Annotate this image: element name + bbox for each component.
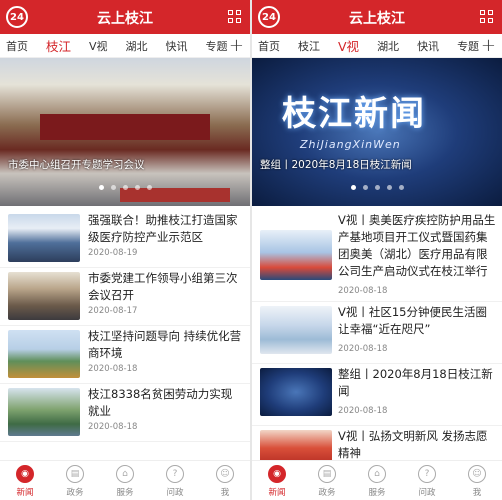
user-icon: ☺: [216, 465, 234, 483]
tab-special[interactable]: 专题: [206, 38, 228, 54]
app-title: 云上枝江: [349, 11, 405, 27]
carousel-dots[interactable]: [252, 185, 502, 190]
news-title: V视丨社区15分钟便民生活圈 让幸福“近在咫尺”: [338, 305, 487, 336]
news-date: 2020-08-17: [88, 306, 138, 316]
news-item[interactable]: V视丨奥美医疗疾控防护用品生产基地项目开工仪式暨国药集团奥美（湖北）医疗用品有限…: [252, 210, 502, 302]
gov-icon: ▤: [318, 465, 336, 483]
nav-label: 服务: [116, 488, 134, 498]
news-thumbnail: [8, 388, 80, 436]
channel-tabs: 首页 枝江 V视 湖北 快讯 专题 +: [0, 34, 250, 58]
news-title: 枝江8338名贫困劳动力实现就业: [88, 387, 233, 418]
grid-menu-icon[interactable]: [228, 10, 242, 24]
tab-vshi[interactable]: V视: [89, 38, 108, 54]
left-screen: 24 云上枝江 首页 枝江 V视 湖北 快讯 专题 + 市委中心组召开专题学习会…: [0, 0, 250, 500]
nav-news[interactable]: ◉ 新闻: [252, 461, 302, 500]
tab-home[interactable]: 首页: [258, 38, 280, 54]
nav-label: 新闻: [268, 488, 286, 498]
nav-news[interactable]: ◉ 新闻: [0, 461, 50, 500]
nav-label: 政务: [318, 488, 336, 498]
nav-gov[interactable]: ▤ 政务: [302, 461, 352, 500]
news-thumbnail: [260, 306, 332, 354]
tab-special[interactable]: 专题: [457, 38, 479, 54]
app-title: 云上枝江: [97, 11, 153, 27]
nav-label: 服务: [368, 488, 386, 498]
news-icon: ◉: [268, 465, 286, 483]
nav-me[interactable]: ☺ 我: [452, 461, 502, 500]
nav-ask[interactable]: ? 问政: [402, 461, 452, 500]
bottom-nav: ◉ 新闻 ▤ 政务 ⌂ 服务 ? 问政 ☺ 我: [0, 460, 250, 500]
news-icon: ◉: [16, 465, 34, 483]
add-channel-icon[interactable]: +: [481, 35, 496, 56]
nav-me[interactable]: ☺ 我: [200, 461, 250, 500]
nav-label: 问政: [418, 488, 436, 498]
news-date: 2020-08-18: [88, 364, 138, 374]
hero-caption: 整组丨2020年8月18日枝江新闻: [260, 159, 412, 171]
service-icon: ⌂: [116, 465, 134, 483]
service-icon: ⌂: [368, 465, 386, 483]
hero-banner[interactable]: 市委中心组召开专题学习会议: [0, 58, 250, 206]
app-header: 24 云上枝江: [252, 0, 502, 34]
add-channel-icon[interactable]: +: [229, 35, 244, 56]
tab-hubei[interactable]: 湖北: [377, 38, 399, 54]
news-title: V视丨弘扬文明新风 发扬志愿精神: [338, 429, 488, 460]
hero-title: 枝江新闻: [282, 94, 426, 134]
news-date: 2020-08-18: [88, 422, 138, 432]
news-item[interactable]: 枝江坚持问题导向 持续优化营商环境 2020-08-18: [0, 326, 250, 384]
bottom-nav: ◉ 新闻 ▤ 政务 ⌂ 服务 ? 问政 ☺ 我: [252, 460, 502, 500]
channel-tabs: 首页 枝江 V视 湖北 快讯 专题 +: [252, 34, 502, 58]
nav-service[interactable]: ⌂ 服务: [100, 461, 150, 500]
news-item[interactable]: 枝江8338名贫困劳动力实现就业 2020-08-18: [0, 384, 250, 442]
news-title: 强强联合！助推枝江打造国家级医疗防控产业示范区: [88, 213, 238, 244]
news-thumbnail: [8, 214, 80, 262]
nav-label: 我: [220, 488, 230, 498]
news-title: V视丨奥美医疗疾控防护用品生产基地项目开工仪式暨国药集团奥美（湖北）医疗用品有限…: [338, 213, 496, 278]
nav-label: 新闻: [16, 488, 34, 498]
hero-caption: 市委中心组召开专题学习会议: [8, 159, 145, 171]
ask-icon: ?: [166, 465, 184, 483]
nav-ask[interactable]: ? 问政: [150, 461, 200, 500]
carousel-dots[interactable]: [0, 185, 250, 190]
app-root: 24 云上枝江 首页 枝江 V视 湖北 快讯 专题 + 市委中心组召开专题学习会…: [0, 0, 502, 500]
hero-banner[interactable]: 枝江新闻 ZhiJiangXinWen 整组丨2020年8月18日枝江新闻: [252, 58, 502, 206]
nav-label: 我: [472, 488, 482, 498]
right-screen: 24 云上枝江 首页 枝江 V视 湖北 快讯 专题 + 枝江新闻 ZhiJian…: [252, 0, 502, 500]
grid-menu-icon[interactable]: [480, 10, 494, 24]
tab-flash[interactable]: 快讯: [417, 38, 439, 54]
news-title: 市委党建工作领导小组第三次会议召开: [88, 271, 238, 302]
news-date: 2020-08-19: [88, 248, 138, 258]
tab-vshi[interactable]: V视: [338, 36, 359, 55]
tab-zhijiang[interactable]: 枝江: [298, 38, 320, 54]
news-thumbnail: [8, 272, 80, 320]
tab-flash[interactable]: 快讯: [166, 38, 188, 54]
tab-zhijiang[interactable]: 枝江: [46, 36, 71, 55]
news-thumbnail: [260, 368, 332, 416]
hero-pinyin: ZhiJiangXinWen: [300, 138, 401, 151]
ask-icon: ?: [418, 465, 436, 483]
user-icon: ☺: [468, 465, 486, 483]
news-list: V视丨奥美医疗疾控防护用品生产基地项目开工仪式暨国药集团奥美（湖北）医疗用品有限…: [252, 210, 502, 466]
nav-label: 政务: [66, 488, 84, 498]
news-date: 2020-08-18: [338, 406, 388, 416]
news-thumbnail: [260, 230, 332, 280]
news-title: 枝江坚持问题导向 持续优化营商环境: [88, 329, 242, 360]
tab-home[interactable]: 首页: [6, 38, 28, 54]
news-title: 整组丨2020年8月18日枝江新闻: [338, 367, 493, 398]
news-date: 2020-08-18: [338, 286, 388, 296]
news-item[interactable]: 强强联合！助推枝江打造国家级医疗防控产业示范区 2020-08-19: [0, 210, 250, 268]
news-item[interactable]: 市委党建工作领导小组第三次会议召开 2020-08-17: [0, 268, 250, 326]
tab-hubei[interactable]: 湖北: [126, 38, 148, 54]
news-list: 强强联合！助推枝江打造国家级医疗防控产业示范区 2020-08-19 市委党建工…: [0, 210, 250, 442]
nav-gov[interactable]: ▤ 政务: [50, 461, 100, 500]
news-thumbnail: [8, 330, 80, 378]
news-item[interactable]: V视丨社区15分钟便民生活圈 让幸福“近在咫尺” 2020-08-18: [252, 302, 502, 364]
news-date: 2020-08-18: [338, 344, 388, 354]
nav-service[interactable]: ⌂ 服务: [352, 461, 402, 500]
news-item[interactable]: 整组丨2020年8月18日枝江新闻 2020-08-18: [252, 364, 502, 426]
hero-image: [40, 114, 210, 140]
hero-image-detail: [120, 188, 230, 202]
nav-label: 问政: [166, 488, 184, 498]
gov-icon: ▤: [66, 465, 84, 483]
app-header: 24 云上枝江: [0, 0, 250, 34]
